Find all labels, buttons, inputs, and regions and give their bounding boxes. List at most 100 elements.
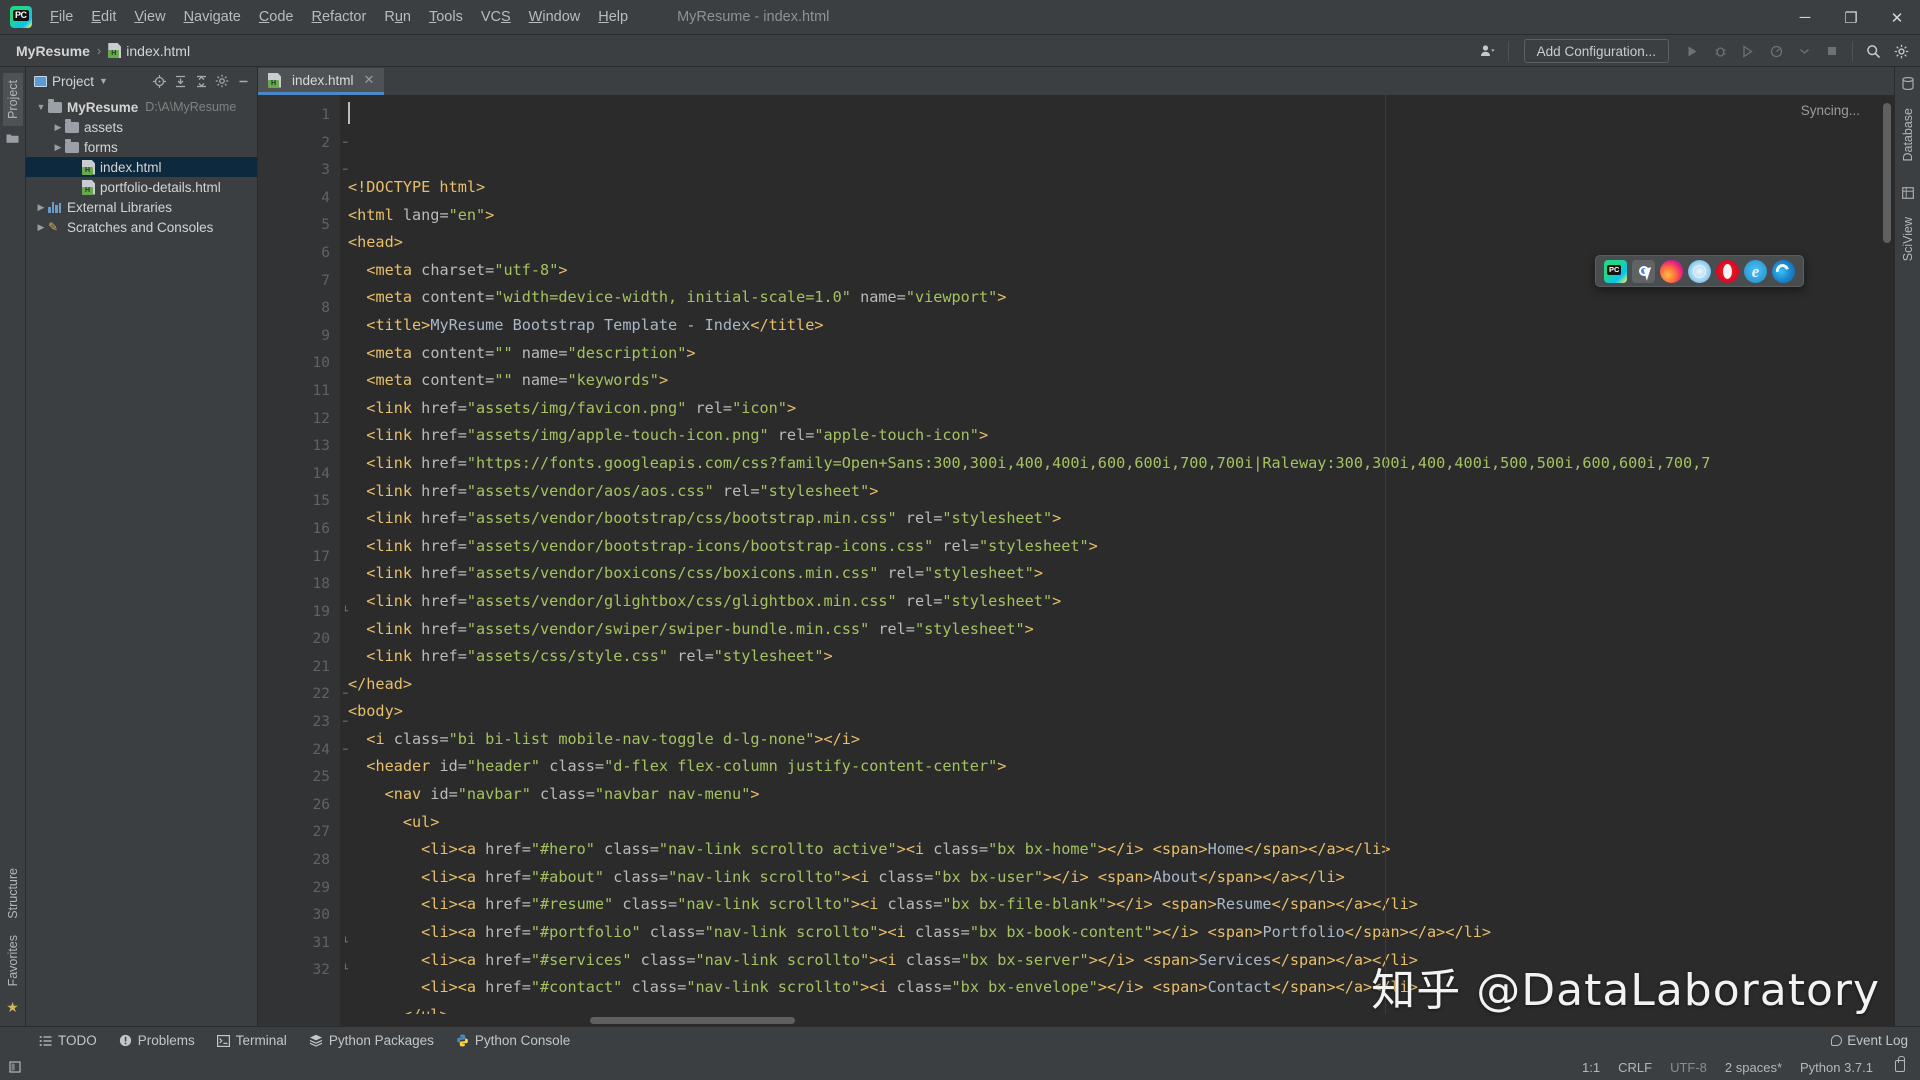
settings-gear-icon[interactable] — [212, 71, 232, 91]
line-number[interactable]: 3− — [258, 157, 348, 185]
vertical-scroll-thumb[interactable] — [1883, 103, 1891, 243]
line-number[interactable]: 16 — [258, 516, 340, 544]
toolwindow-python-packages[interactable]: Python Packages — [298, 1030, 445, 1051]
browser-icon-firefox[interactable] — [1660, 259, 1683, 283]
code-line[interactable]: <meta content="" name="keywords"> — [340, 367, 1894, 395]
project-folder-icon[interactable] — [6, 128, 19, 151]
menu-item-tools[interactable]: Tools — [420, 5, 472, 29]
line-number[interactable]: 1 — [258, 102, 340, 130]
horizontal-scrollbar[interactable] — [340, 1014, 1880, 1026]
chevron-down-icon[interactable] — [1791, 38, 1817, 64]
rail-button-sciview[interactable]: SciView — [1898, 210, 1918, 268]
line-number[interactable]: 27 — [258, 819, 340, 847]
toolwindow-problems[interactable]: Problems — [108, 1030, 206, 1051]
horizontal-scroll-thumb[interactable] — [590, 1017, 795, 1024]
toolwindow-terminal[interactable]: Terminal — [206, 1030, 298, 1051]
browser-icon-edge[interactable] — [1772, 259, 1795, 283]
debug-icon[interactable] — [1707, 38, 1733, 64]
code-line[interactable]: <link href="assets/img/apple-touch-icon.… — [340, 422, 1894, 450]
chevron-right-icon[interactable]: ▶ — [34, 202, 48, 213]
settings-gear-icon[interactable] — [1888, 38, 1914, 64]
chevron-right-icon[interactable]: ▶ — [34, 222, 48, 233]
line-number[interactable]: 4 — [258, 185, 340, 213]
line-number[interactable]: 17 — [258, 544, 340, 572]
code-line[interactable]: <link href="assets/css/style.css" rel="s… — [340, 643, 1894, 671]
menu-item-edit[interactable]: Edit — [82, 5, 125, 29]
chevron-right-icon[interactable]: ▶ — [51, 142, 65, 153]
line-number[interactable]: 2− — [258, 130, 348, 158]
sciview-icon[interactable] — [1901, 183, 1914, 206]
line-number[interactable]: 19 └ — [258, 599, 348, 627]
code-line[interactable]: <link href="assets/img/favicon.png" rel=… — [340, 395, 1894, 423]
chevron-right-icon[interactable]: ▶ — [51, 122, 65, 133]
code-line[interactable]: <link href="assets/vendor/glightbox/css/… — [340, 588, 1894, 616]
close-icon[interactable]: ✕ — [364, 72, 375, 88]
python-interpreter[interactable]: Python 3.7.1 — [1791, 1058, 1882, 1077]
code-line[interactable]: <link href="assets/vendor/boxicons/css/b… — [340, 560, 1894, 588]
browser-icon-internet-explorer[interactable] — [1744, 259, 1767, 283]
code-line[interactable]: <li><a href="#portfolio" class="nav-link… — [340, 919, 1894, 947]
line-number[interactable]: 30 — [258, 902, 340, 930]
line-number[interactable]: 14 — [258, 461, 340, 489]
code-line[interactable]: <li><a href="#hero" class="nav-link scro… — [340, 836, 1894, 864]
line-number[interactable]: 8 — [258, 295, 340, 323]
browser-icon-safari[interactable] — [1688, 259, 1711, 283]
rail-button-database[interactable]: Database — [1898, 101, 1918, 169]
code-line[interactable]: <nav id="navbar" class="navbar nav-menu"… — [340, 781, 1894, 809]
line-number[interactable]: 11 — [258, 378, 340, 406]
toolwindow-todo[interactable]: TODO — [28, 1030, 108, 1051]
code-line[interactable]: <link href="assets/vendor/bootstrap/css/… — [340, 505, 1894, 533]
line-number[interactable]: 25 — [258, 764, 340, 792]
line-number[interactable]: 23− — [258, 709, 348, 737]
code-line[interactable]: <link href="assets/vendor/bootstrap-icon… — [340, 533, 1894, 561]
code-line[interactable]: <link href="assets/vendor/swiper/swiper-… — [340, 616, 1894, 644]
collapse-all-icon[interactable] — [191, 71, 211, 91]
line-number[interactable]: 13 — [258, 433, 340, 461]
rail-button-structure[interactable]: Structure — [3, 861, 23, 926]
menu-item-view[interactable]: View — [125, 5, 174, 29]
toolwindow-python-console[interactable]: Python Console — [445, 1030, 581, 1051]
search-icon[interactable] — [1860, 38, 1886, 64]
line-number[interactable]: 6 — [258, 240, 340, 268]
database-icon[interactable] — [1901, 73, 1914, 97]
vertical-scrollbar[interactable] — [1880, 95, 1894, 1014]
line-number[interactable]: 24− — [258, 737, 348, 765]
line-number-gutter[interactable]: 1 2−3−4 5 6 7 8 9 10 11 12 13 14 15 16 17 18 19 └ 20 21 22−2… — [258, 95, 348, 1026]
line-number[interactable]: 12 — [258, 406, 340, 434]
chevron-down-icon[interactable]: ▼ — [34, 102, 48, 112]
minimize-button[interactable]: ─ — [1782, 0, 1828, 35]
line-number[interactable]: 21 — [258, 654, 340, 682]
profile-icon[interactable] — [1763, 38, 1789, 64]
line-number[interactable]: 29 — [258, 875, 340, 903]
code-line[interactable]: </head> — [340, 671, 1894, 699]
breadcrumb-project[interactable]: MyResume — [12, 41, 94, 61]
tree-node-index-html[interactable]: index.html — [26, 157, 257, 177]
stop-icon[interactable] — [1819, 38, 1845, 64]
tree-node-portfolio-details-html[interactable]: portfolio-details.html — [26, 177, 257, 197]
code-line[interactable]: <html lang="en"> — [340, 202, 1894, 230]
tree-node-scratches-and-consoles[interactable]: ▶ ✎ Scratches and Consoles — [26, 217, 257, 237]
menu-item-window[interactable]: Window — [520, 5, 590, 29]
tree-node-myresume[interactable]: ▼ MyResume D:\A\MyResume — [26, 97, 257, 117]
rail-button-favorites[interactable]: Favorites — [3, 928, 23, 993]
browser-icon-pycharm-built-in-preview[interactable] — [1604, 259, 1627, 283]
code-line[interactable]: <ul> — [340, 809, 1894, 837]
line-number[interactable]: 10 — [258, 350, 340, 378]
code-line[interactable]: <meta content="" name="description"> — [340, 340, 1894, 368]
code-line[interactable]: <title>MyResume Bootstrap Template - Ind… — [340, 312, 1894, 340]
code-line[interactable]: <li><a href="#about" class="nav-link scr… — [340, 864, 1894, 892]
browser-icon-opera[interactable] — [1716, 259, 1739, 283]
run-icon[interactable] — [1679, 38, 1705, 64]
code-line[interactable]: <head> — [340, 229, 1894, 257]
line-number[interactable]: 26 — [258, 792, 340, 820]
open-in-browser-popup[interactable] — [1595, 255, 1804, 287]
add-configuration-button[interactable]: Add Configuration... — [1523, 39, 1669, 63]
line-number[interactable]: 7 — [258, 268, 340, 296]
project-panel-title[interactable]: Project ▼ — [30, 72, 112, 91]
maximize-button[interactable]: ❐ — [1828, 0, 1874, 35]
menu-item-code[interactable]: Code — [250, 5, 303, 29]
code-line[interactable]: <li><a href="#resume" class="nav-link sc… — [340, 891, 1894, 919]
browser-icon-chrome[interactable] — [1632, 259, 1655, 283]
breadcrumb-file[interactable]: index.html — [104, 41, 194, 61]
line-number[interactable]: 31 └ — [258, 930, 348, 958]
